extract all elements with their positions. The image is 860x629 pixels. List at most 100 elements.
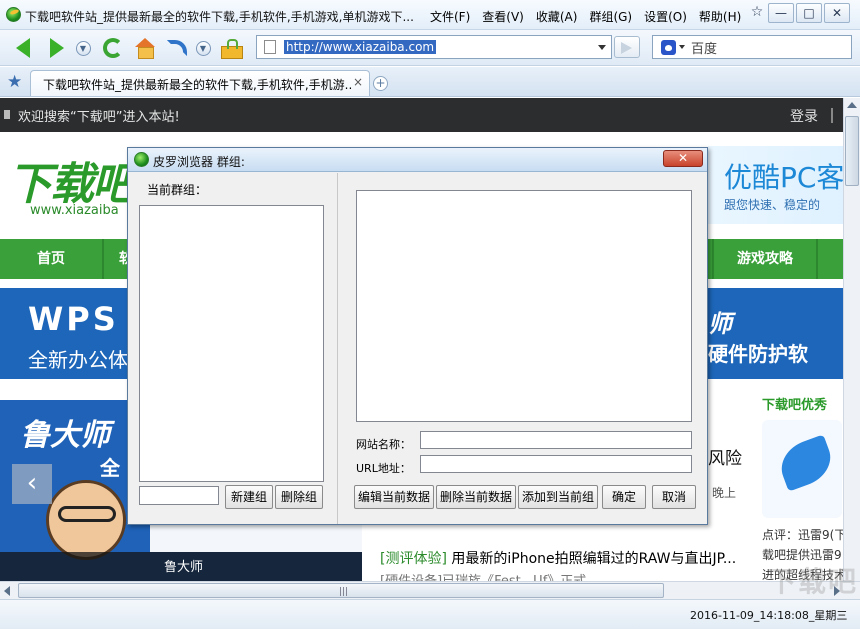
watermark: 下载吧 — [768, 565, 859, 598]
scroll-left-icon[interactable] — [4, 586, 10, 596]
current-group-label: 当前群组： — [147, 183, 208, 197]
browser-logo-icon — [6, 7, 21, 22]
forward-button[interactable] — [44, 35, 70, 61]
group-panel: 当前群组： 新建组 删除组 — [129, 173, 338, 524]
undo-icon — [167, 40, 187, 56]
delete-data-button[interactable]: 删除当前数据 — [436, 485, 516, 509]
minimize-button[interactable]: — — [768, 3, 794, 23]
menu-settings[interactable]: 设置(O) — [644, 8, 687, 25]
close-window-button[interactable]: ✕ — [824, 3, 850, 23]
sidebar-heading: 下载吧优秀 — [762, 398, 828, 413]
slider-subtitle: 全 — [100, 456, 120, 480]
page-icon — [264, 40, 276, 54]
maximize-button[interactable]: □ — [796, 3, 822, 23]
site-logo[interactable]: 下载吧 www.xiazaiba — [0, 146, 136, 226]
search-input[interactable]: 百度 — [691, 38, 717, 57]
menu-groups[interactable]: 群组(G) — [589, 8, 632, 25]
undo-close-button[interactable] — [164, 35, 190, 61]
horizontal-scrollbar[interactable]: ||| — [0, 581, 860, 599]
undo-dropdown-button[interactable]: ▼ — [194, 35, 212, 61]
slider-prev-button[interactable]: ‹ — [12, 464, 52, 504]
skin-icon[interactable]: ☆ — [744, 3, 770, 23]
baidu-paw-icon[interactable] — [661, 39, 676, 55]
refresh-icon — [103, 38, 123, 58]
banner-right-title: 师 — [708, 310, 732, 338]
headline-fragment[interactable]: 风险 — [708, 444, 742, 469]
welcome-text: 欢迎搜索“下载吧”进入本站! — [18, 110, 180, 125]
divider — [816, 239, 818, 279]
dialog-title: 皮罗浏览器 群组: — [153, 155, 245, 169]
sidebar-line: 点评：迅雷9(下 — [762, 528, 843, 542]
add-to-group-button[interactable]: 添加到当前组 — [518, 485, 598, 509]
grip-icon: ||| — [339, 587, 349, 597]
scroll-thumb[interactable]: ||| — [18, 583, 664, 598]
refresh-button[interactable] — [100, 35, 126, 61]
top-right-ad[interactable]: 优酷PC客 跟您快速、稳定的 — [708, 146, 843, 224]
site-name-label: 网站名称： — [356, 438, 411, 451]
slider-caption: 鲁大师 — [164, 560, 204, 575]
cancel-button[interactable]: 取消 — [652, 485, 696, 509]
address-input[interactable]: http://www.xiazaiba.com — [284, 40, 437, 54]
tab-bar: ★ 下载吧软件站_提供最新最全的软件下载,手机软件,手机游... × + — [0, 67, 860, 97]
favorites-star-icon[interactable]: ★ — [7, 72, 22, 92]
chevron-down-icon[interactable] — [679, 45, 685, 49]
tab-title: 下载吧软件站_提供最新最全的软件下载,手机软件,手机游... — [43, 78, 353, 92]
nav-game-guides[interactable]: 游戏攻略 — [714, 239, 816, 279]
site-data-list[interactable] — [356, 190, 692, 422]
title-bar: 下载吧软件站_提供最新最全的软件下载,手机软件,手机游戏,单机游戏下... 文件… — [0, 0, 860, 30]
ad-subtitle: 跟您快速、稳定的 — [724, 198, 821, 212]
slider-title: 鲁大师 — [20, 418, 110, 453]
dialog-title-bar[interactable]: 皮罗浏览器 群组: ✕ — [128, 148, 707, 172]
home-button[interactable] — [132, 35, 158, 61]
nav-home[interactable]: 首页 — [0, 239, 102, 279]
group-dialog: 皮罗浏览器 群组: ✕ 当前群组： 新建组 删除组 网站名称： URL地址： 编… — [127, 147, 708, 525]
dialog-close-button[interactable]: ✕ — [663, 150, 703, 167]
url-label: URL地址： — [356, 462, 411, 475]
news-tag[interactable]: [测评体验] — [380, 551, 447, 567]
tab-xiazaiba[interactable]: 下载吧软件站_提供最新最全的软件下载,手机软件,手机游... × — [30, 70, 370, 96]
history-dropdown-button[interactable]: ▼ — [74, 35, 92, 61]
status-datetime: 2016-11-09_14:18:08_星期三 — [690, 609, 848, 622]
new-group-button[interactable]: 新建组 — [225, 485, 273, 509]
back-button[interactable] — [10, 35, 36, 61]
scroll-up-icon[interactable] — [847, 102, 857, 108]
chevron-down-icon: ▼ — [195, 40, 211, 56]
ad-title: 优酷PC客 — [724, 161, 843, 194]
login-link[interactable]: 登录 — [790, 106, 818, 126]
address-bar[interactable]: http://www.xiazaiba.com — [256, 35, 612, 59]
new-tab-button[interactable]: + — [373, 76, 388, 91]
delete-group-button[interactable]: 删除组 — [275, 485, 323, 509]
window-title: 下载吧软件站_提供最新最全的软件下载,手机软件,手机游戏,单机游戏下... — [25, 10, 414, 24]
menu-view[interactable]: 查看(V) — [482, 8, 524, 25]
back-arrow-icon — [16, 38, 30, 58]
close-icon[interactable]: × — [353, 75, 363, 89]
group-name-input[interactable] — [139, 486, 219, 505]
news-meta: 晚上 — [712, 486, 737, 500]
ok-button[interactable]: 确定 — [602, 485, 646, 509]
site-name-input[interactable] — [420, 431, 692, 449]
menu-bar: 文件(F) 查看(V) 收藏(A) 群组(G) 设置(O) 帮助(H) — [430, 8, 741, 25]
basket-icon — [221, 39, 243, 59]
news-title[interactable]: 用最新的iPhone拍照编辑过的RAW与直出JP... — [451, 551, 736, 567]
url-input[interactable] — [420, 455, 692, 473]
scroll-thumb[interactable] — [845, 116, 859, 186]
banner-right-subtitle: 硬件防护软 — [708, 342, 808, 366]
group-list[interactable] — [139, 205, 324, 482]
menu-favorites[interactable]: 收藏(A) — [536, 8, 578, 25]
banner-title: WPS — [28, 300, 119, 338]
edit-data-button[interactable]: 编辑当前数据 — [354, 485, 434, 509]
menu-file[interactable]: 文件(F) — [430, 8, 470, 25]
news-item[interactable]: [测评体验] 用最新的iPhone拍照编辑过的RAW与直出JP... — [380, 548, 736, 568]
xunlei-app-icon[interactable] — [762, 420, 842, 518]
vertical-scrollbar[interactable] — [843, 98, 860, 581]
search-box[interactable]: 百度 — [652, 35, 852, 59]
chevron-down-icon[interactable] — [598, 45, 606, 50]
menu-help[interactable]: 帮助(H) — [699, 8, 741, 25]
speaker-icon — [4, 110, 10, 119]
plugin-button[interactable] — [218, 35, 244, 61]
news-item[interactable]: [硬件设备]已瑞族《Fest...Uf》正式... — [380, 570, 599, 581]
site-top-strip: 欢迎搜索“下载吧”进入本站! 登录 — [0, 98, 843, 132]
go-button[interactable] — [614, 36, 640, 58]
status-bar: 2016-11-09_14:18:08_星期三 — [0, 599, 860, 629]
browser-logo-icon — [134, 152, 149, 167]
